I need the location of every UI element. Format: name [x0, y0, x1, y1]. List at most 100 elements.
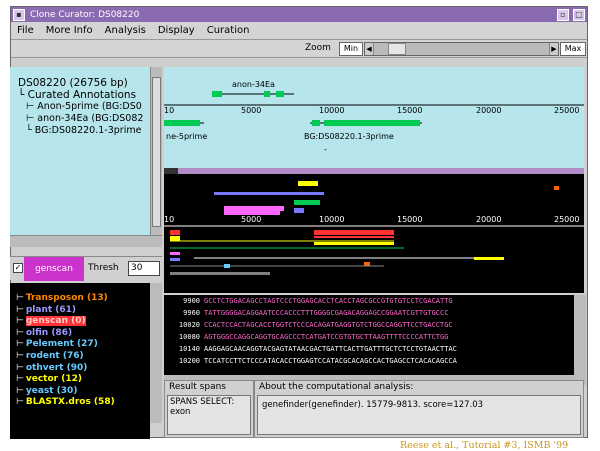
tree-horizontal-scrollbar[interactable]	[10, 235, 162, 247]
tree-node-icon: ⊢	[16, 304, 24, 315]
tree-node-icon: ⊢	[16, 385, 24, 396]
evidence-list-item[interactable]: ⊢ genscan (0)	[16, 316, 150, 328]
evidence-list-item[interactable]: ⊢ Transposon (13)	[16, 293, 150, 305]
about-label: About the computational analysis:	[259, 382, 414, 392]
sequence-vertical-scrollbar[interactable]	[574, 295, 586, 375]
tree-node-icon: ⊢	[16, 362, 24, 373]
threshold-input[interactable]: 30	[128, 261, 160, 276]
menu-file[interactable]: File	[11, 25, 40, 36]
zoom-left-arrow-icon[interactable]: ◀	[365, 43, 374, 55]
evidence-list: ⊢ Transposon (13) ⊢ plant (61) ⊢ genscan (0) ⊢…	[10, 283, 150, 439]
menu-curation[interactable]: Curation	[201, 25, 256, 36]
evidence-label: plant (61)	[25, 304, 77, 315]
tree-item[interactable]: ⊢ anon-34Ea (BG:DS082	[18, 113, 150, 125]
menu-more-info[interactable]: More Info	[40, 25, 99, 36]
sequence-view[interactable]: 9900 GCCTCTGGACAGCCTAGTCCCTGGAGCACCTCACCT…	[164, 295, 574, 375]
annotation-tree: DS08220 (26756 bp) └ Curated Annotations…	[10, 67, 150, 235]
evidence-list-item[interactable]: ⊢ BLASTX.dros (58)	[16, 397, 150, 409]
tree-node-icon: └	[26, 125, 35, 136]
sequence-position: 10200	[178, 357, 200, 365]
sequence-row: 9900 GCCTCTGGACAGCCTAGTCCCTGGAGCACCTCACCT…	[164, 297, 574, 308]
tree-item[interactable]: ⊢ Anon-5prime (BG:DS0	[18, 101, 150, 113]
minimize-icon[interactable]: ▫	[557, 8, 569, 21]
evidence-label: vector (12)	[25, 374, 82, 385]
sequence-position: 9960	[183, 309, 200, 317]
maximize-icon[interactable]: □	[573, 8, 585, 21]
result-spans-panel: Result spans SPANS SELECT: exon	[164, 380, 254, 438]
threshold-label: Thresh	[88, 263, 119, 273]
tree-node-icon: ⊢	[26, 113, 38, 124]
menu-analysis[interactable]: Analysis	[99, 25, 152, 36]
evidence-label: rodent (76)	[25, 350, 84, 361]
axis-tick-label: 15000	[397, 215, 422, 224]
analysis-name[interactable]: genscan	[24, 257, 84, 281]
about-text-box[interactable]: genefinder(genefinder). 15779-9813. scor…	[257, 395, 581, 435]
zoom-right-arrow-icon[interactable]: ▶	[549, 43, 558, 55]
menu-display[interactable]: Display	[152, 25, 201, 36]
genome-overview[interactable]: anon-34Ea ne-5prime BG:DS08220.1-3prime …	[164, 67, 584, 177]
axis-tick-label: 5000	[241, 106, 261, 115]
tree-item-label: anon-34Ea (BG:DS082	[37, 113, 144, 124]
evidence-label: olfin (86)	[25, 327, 73, 338]
title-bar: ▪ Clone Curator: DS08220 ▫ □	[11, 7, 587, 22]
genscan-checkbox[interactable]: ✓	[13, 263, 23, 273]
evidence-label: yeast (30)	[25, 385, 78, 396]
window-title: Clone Curator: DS08220	[30, 9, 140, 20]
evidence-list-item[interactable]: ⊢ olfin (86)	[16, 328, 150, 340]
tree-vertical-scrollbar[interactable]	[150, 67, 162, 235]
evidence-list-scrollbar[interactable]	[150, 283, 162, 423]
axis-tick-label: 10	[164, 215, 174, 224]
sequence-row: 10140 AAGGAGCAACAGGTACGAGTATAACGACTGATTCA…	[164, 345, 574, 356]
tree-item-label: BG:DS08220.1-3prime	[34, 125, 142, 136]
zoom-min-button[interactable]: Min	[339, 42, 363, 56]
evidence-label: BLASTX.dros (58)	[25, 397, 115, 408]
sequence-position: 10020	[178, 321, 200, 329]
tree-node-icon: ⊢	[16, 293, 24, 303]
zoom-slider[interactable]: ◀ ▶	[364, 42, 559, 56]
tree-node-icon: ⊢	[16, 397, 24, 408]
sequence-position: 10080	[178, 333, 200, 341]
dash-mark: -	[324, 145, 327, 154]
sequence-row: 10200 TCCATCCTTCTCCCATACACCTGGAGTCCATACGC…	[164, 357, 574, 368]
result-spans-label: Result spans	[169, 382, 226, 392]
sequence-bases[interactable]: GCCTCTGGACAGCCTAGTCCCTGGAGCACCTCACCTAGCG…	[204, 297, 453, 305]
gene-label: ne-5prime	[166, 132, 207, 141]
zoom-slider-thumb[interactable]	[387, 43, 406, 55]
evidence-list-item[interactable]: ⊢ vector (12)	[16, 374, 150, 386]
axis-tick-label: 20000	[476, 106, 501, 115]
sequence-position: 9900	[183, 297, 200, 305]
evidence-label: Transposon (13)	[25, 293, 108, 303]
sequence-bases[interactable]: TCCATCCTTCTCCCATACACCTGGAGTCCATACGCACAGC…	[204, 357, 457, 365]
sequence-bases[interactable]: AGTGGGCCAGGCAGGTGCAGCCCTCATGATCCGTGTGCTT…	[204, 333, 448, 341]
axis-tick-label: 20000	[476, 215, 501, 224]
about-analysis-panel: About the computational analysis: genefi…	[254, 380, 584, 438]
evidence-panel[interactable]: 10 5000 10000 15000 20000 25000	[164, 168, 584, 293]
tree-node-icon: ⊢	[16, 327, 24, 338]
evidence-label: genscan (0)	[25, 316, 86, 327]
sequence-bases[interactable]: TATTGGGGACAGGAATCCCACCCTTTGGGGCGAGACAGGA…	[204, 309, 448, 317]
tree-group[interactable]: └ Curated Annotations	[18, 89, 150, 101]
evidence-label: othvert (90)	[25, 362, 88, 373]
sequence-row: 9960 TATTGGGGACAGGAATCCCACCCTTTGGGGCGAGAC…	[164, 309, 574, 320]
menu-bar: File More Info Analysis Display Curation	[11, 22, 587, 40]
evidence-list-item[interactable]: ⊢ othvert (90)	[16, 363, 150, 375]
evidence-list-item[interactable]: ⊢ rodent (76)	[16, 351, 150, 363]
tree-root[interactable]: DS08220 (26756 bp)	[18, 77, 150, 89]
evidence-list-item[interactable]: ⊢ Pelement (27)	[16, 339, 150, 351]
sequence-bases[interactable]: CCACTCCACTAGCACCTGGTCTCCCACAGATGAGGTGTCT…	[204, 321, 453, 329]
gene-label: anon-34Ea	[232, 80, 275, 89]
window-menu-icon[interactable]: ▪	[13, 8, 25, 21]
scroll-thumb[interactable]	[152, 77, 161, 227]
credit-caption: Reese et al., Tutorial #3, ISMB '99	[400, 440, 569, 451]
tree-item[interactable]: └ BG:DS08220.1-3prime	[18, 125, 150, 137]
zoom-max-button[interactable]: Max	[560, 42, 586, 56]
tree-node-icon: ⊢	[16, 316, 24, 327]
sequence-row: 10020 CCACTCCACTAGCACCTGGTCTCCCACAGATGAGG…	[164, 321, 574, 332]
result-spans-box[interactable]: SPANS SELECT: exon	[167, 395, 251, 435]
sequence-bases[interactable]: AAGGAGCAACAGGTACGAGTATAACGACTGATTCACTTGA…	[204, 345, 457, 353]
gene-label: BG:DS08220.1-3prime	[304, 132, 394, 141]
axis-tick-label: 10000	[319, 215, 344, 224]
evidence-list-item[interactable]: ⊢ plant (61)	[16, 305, 150, 317]
evidence-list-item[interactable]: ⊢ yeast (30)	[16, 386, 150, 398]
zoom-bar: Zoom Min ◀ ▶ Max	[11, 40, 587, 58]
